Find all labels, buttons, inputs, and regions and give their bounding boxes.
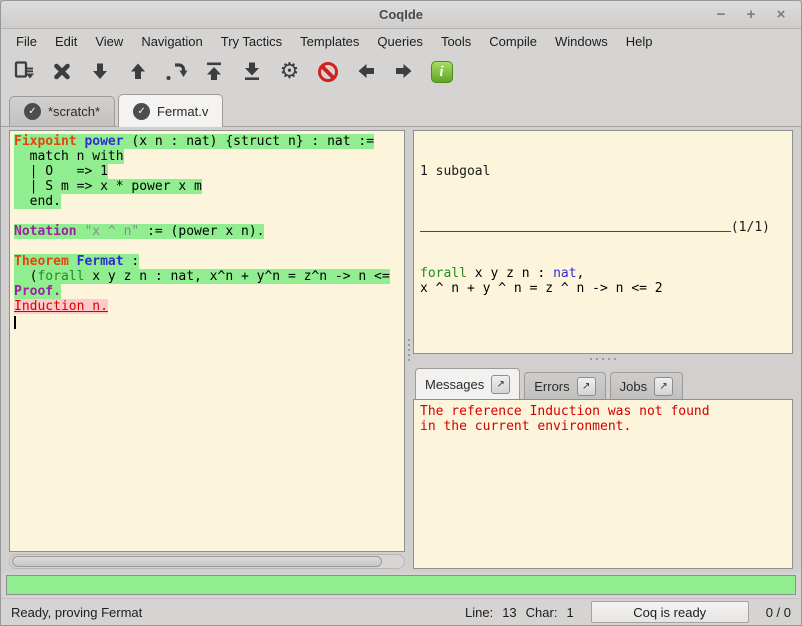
goal-body: forall x y z n : nat,x ^ n + y ^ n = z ^… — [420, 266, 786, 296]
line-value: 13 — [502, 605, 516, 620]
goals-panel[interactable]: 1 subgoal (1/1) forall x y z n : nat,x ^… — [413, 130, 793, 354]
detach-arrow-icon[interactable]: ↗ — [654, 377, 673, 396]
menu-help[interactable]: Help — [617, 32, 662, 51]
document-tab-bar: ✓ *scratch* ✓ Fermat.v — [1, 91, 801, 127]
vertical-splitter-handle[interactable] — [405, 130, 413, 569]
tab-scratch[interactable]: ✓ *scratch* — [9, 96, 115, 126]
check-circle-icon: ✓ — [24, 103, 41, 120]
window-title: CoqIde — [1, 7, 801, 22]
text-cursor — [14, 316, 16, 329]
go-to-start-button[interactable] — [201, 59, 226, 85]
maximize-button[interactable]: + — [741, 6, 761, 23]
tab-fermat[interactable]: ✓ Fermat.v — [118, 94, 223, 127]
goto-cursor-icon — [164, 59, 188, 86]
interrupt-button[interactable] — [315, 59, 340, 85]
horizontal-scrollbar-thumb[interactable] — [12, 556, 382, 567]
progress-bar — [6, 575, 796, 595]
right-arrow-icon — [392, 59, 416, 86]
save-icon — [12, 59, 36, 86]
menu-try-tactics[interactable]: Try Tactics — [212, 32, 291, 51]
gear-icon: ⚙ — [280, 61, 300, 83]
menu-tools[interactable]: Tools — [432, 32, 480, 51]
forward-one-command-button[interactable] — [87, 59, 112, 85]
go-to-end-button[interactable] — [239, 59, 264, 85]
toolbar: ⚙ i — [1, 53, 801, 91]
info-icon: i — [431, 61, 453, 83]
messages-panel[interactable]: The reference Induction was not foundin … — [413, 399, 793, 569]
menu-view[interactable]: View — [86, 32, 132, 51]
char-label: Char: — [526, 605, 558, 620]
left-arrow-icon — [354, 59, 378, 86]
horizontal-splitter-handle[interactable] — [413, 354, 793, 364]
close-buffer-button[interactable] — [49, 59, 74, 85]
interrupt-icon — [318, 62, 338, 82]
menu-edit[interactable]: Edit — [46, 32, 86, 51]
tab-messages[interactable]: Messages ↗ — [415, 368, 520, 400]
up-arrow-icon — [126, 59, 150, 86]
titlebar: CoqIde − + × — [1, 1, 801, 29]
goal-separator: (1/1) — [420, 220, 770, 235]
status-message: Ready, proving Fermat — [11, 605, 142, 620]
menu-templates[interactable]: Templates — [291, 32, 368, 51]
coq-status-field: Coq is ready — [591, 601, 749, 623]
tab-scratch-label: *scratch* — [48, 104, 100, 119]
detach-arrow-icon[interactable]: ↗ — [491, 375, 510, 394]
main-area: Fixpoint power (x n : nat) {struct n} : … — [1, 127, 801, 573]
backward-one-command-button[interactable] — [125, 59, 150, 85]
script-pane: Fixpoint power (x n : nat) {struct n} : … — [9, 130, 405, 569]
preferences-button[interactable]: ⚙ — [277, 59, 302, 85]
line-label: Line: — [465, 605, 493, 620]
go-to-cursor-button[interactable] — [163, 59, 188, 85]
status-bar: Ready, proving Fermat Line: 13 Char: 1 C… — [1, 598, 801, 625]
console-tab-bar: Messages ↗ Errors ↗ Jobs ↗ — [413, 364, 793, 399]
tab-jobs-label: Jobs — [620, 379, 647, 394]
status-right: Line: 13 Char: 1 Coq is ready 0 / 0 — [465, 601, 791, 623]
code-editor[interactable]: Fixpoint power (x n : nat) {struct n} : … — [9, 130, 405, 552]
down-arrow-to-bar-icon — [240, 59, 264, 86]
tab-errors-label: Errors — [534, 379, 569, 394]
menu-file[interactable]: File — [7, 32, 46, 51]
close-button[interactable]: × — [771, 6, 791, 23]
tab-messages-label: Messages — [425, 377, 484, 392]
right-column: 1 subgoal (1/1) forall x y z n : nat,x ^… — [413, 130, 793, 569]
next-occurrence-button[interactable] — [391, 59, 416, 85]
menu-windows[interactable]: Windows — [546, 32, 617, 51]
goal-counter: (1/1) — [731, 220, 770, 235]
about-button[interactable]: i — [429, 59, 454, 85]
tab-errors[interactable]: Errors ↗ — [524, 372, 605, 399]
menu-compile[interactable]: Compile — [480, 32, 546, 51]
horizontal-scrollbar[interactable] — [9, 554, 405, 569]
coqide-window: CoqIde − + × File Edit View Navigation T… — [0, 0, 802, 626]
menu-navigation[interactable]: Navigation — [132, 32, 211, 51]
check-circle-icon: ✓ — [133, 103, 150, 120]
subgoal-header: 1 subgoal — [420, 164, 786, 179]
down-arrow-icon — [88, 59, 112, 86]
menu-queries[interactable]: Queries — [368, 32, 432, 51]
goal-progress-counter: 0 / 0 — [766, 605, 791, 620]
up-arrow-to-bar-icon — [202, 59, 226, 86]
save-button[interactable] — [11, 59, 36, 85]
char-value: 1 — [566, 605, 573, 620]
tab-fermat-label: Fermat.v — [157, 104, 208, 119]
menu-bar: File Edit View Navigation Try Tactics Te… — [1, 29, 801, 53]
detach-arrow-icon[interactable]: ↗ — [577, 377, 596, 396]
window-controls: − + × — [711, 6, 801, 23]
progress-area — [1, 573, 801, 598]
minimize-button[interactable]: − — [711, 6, 731, 23]
close-x-icon — [50, 59, 74, 86]
previous-occurrence-button[interactable] — [353, 59, 378, 85]
tab-jobs[interactable]: Jobs ↗ — [610, 372, 683, 399]
